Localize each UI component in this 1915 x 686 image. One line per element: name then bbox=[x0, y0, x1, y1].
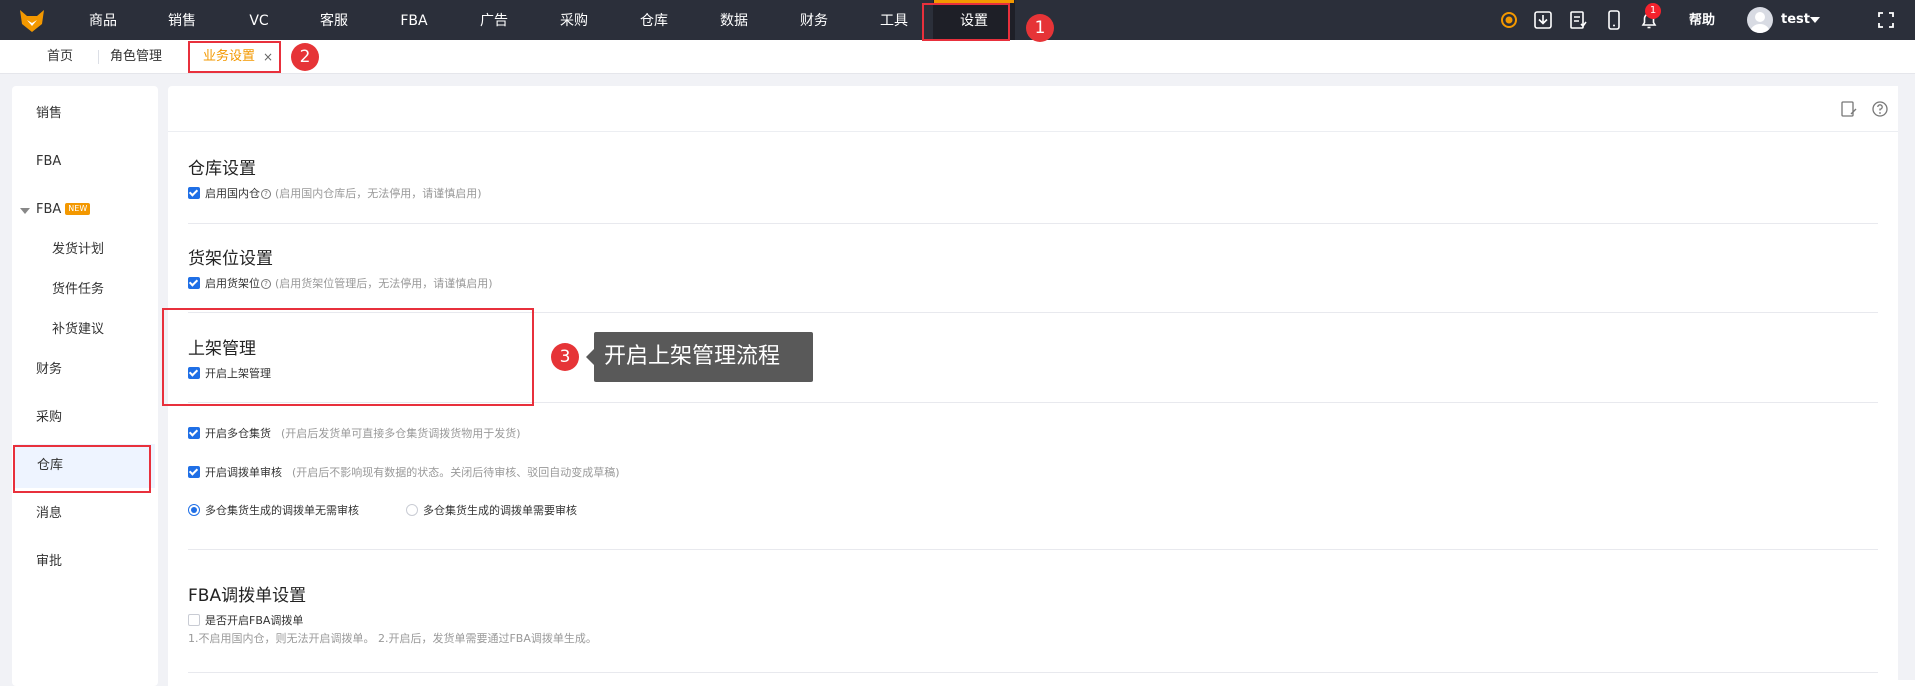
nav-item-finance[interactable]: 财务 bbox=[800, 0, 828, 40]
radio-label: 多仓集货生成的调拨单需要审核 bbox=[423, 504, 577, 517]
help-circle-icon[interactable] bbox=[1871, 100, 1889, 118]
page-scrollbar[interactable] bbox=[1898, 86, 1915, 680]
checkbox-label: 开启多仓集货 bbox=[205, 427, 271, 440]
checkbox-label: 启用货架位 bbox=[205, 277, 260, 290]
checkbox-checked-icon[interactable] bbox=[188, 187, 200, 199]
step-marker-1: 1 bbox=[1026, 14, 1054, 42]
sidebar-item-messages[interactable]: 消息 bbox=[12, 492, 158, 536]
sidebar-item-shipment-plan[interactable]: 发货计划 bbox=[12, 228, 158, 272]
nav-item-ads[interactable]: 广告 bbox=[480, 0, 508, 40]
highlight-box-putaway bbox=[162, 308, 534, 406]
tab-home[interactable]: 首页 bbox=[47, 40, 73, 74]
checkbox-enable-shelf[interactable]: 启用货架位? (启用货架位管理后，无法停用，请谨慎启用) bbox=[188, 275, 493, 291]
hint-text: (开启后不影响现有数据的状态。关闭后待审核、驳回自动变成草稿) bbox=[292, 466, 620, 479]
highlight-box-settings bbox=[922, 3, 1010, 41]
nav-item-sales[interactable]: 销售 bbox=[168, 0, 196, 40]
sidebar-item-label: 发货计划 bbox=[52, 242, 105, 257]
sidebar-item-label: 采购 bbox=[36, 410, 63, 425]
divider bbox=[188, 672, 1878, 673]
radio-selected-icon[interactable] bbox=[188, 504, 200, 516]
checkbox-checked-icon[interactable] bbox=[188, 466, 200, 478]
mobile-icon[interactable] bbox=[1603, 9, 1625, 31]
sidebar-item-label: 补货建议 bbox=[52, 322, 105, 337]
page-tab-bar: 首页 角色管理 业务设置 × bbox=[0, 40, 1915, 74]
nav-item-customer-service[interactable]: 客服 bbox=[320, 0, 348, 40]
user-avatar[interactable] bbox=[1747, 7, 1773, 33]
divider bbox=[188, 549, 1878, 550]
hint-text: (开启后发货单可直接多仓集货调拨货物用于发货) bbox=[281, 427, 521, 440]
step-marker-3: 3 bbox=[551, 343, 579, 371]
sidebar-item-purchase[interactable]: 采购 bbox=[12, 396, 158, 440]
question-mark-icon[interactable]: ? bbox=[261, 189, 271, 199]
sidebar-item-label: FBA bbox=[36, 154, 62, 169]
section-title-shelf: 货架位设置 bbox=[188, 249, 273, 269]
step-marker-2: 2 bbox=[291, 43, 319, 71]
radio-unselected-icon[interactable] bbox=[406, 504, 418, 516]
radio-label: 多仓集货生成的调拨单无需审核 bbox=[205, 504, 359, 517]
nav-item-purchase[interactable]: 采购 bbox=[560, 0, 588, 40]
nav-item-tools[interactable]: 工具 bbox=[880, 0, 908, 40]
hint-text: (启用货架位管理后，无法停用，请谨慎启用) bbox=[275, 277, 493, 290]
checkbox-checked-icon[interactable] bbox=[188, 277, 200, 289]
panel-toolbar bbox=[168, 86, 1915, 132]
notification-count-badge: 1 bbox=[1645, 3, 1661, 19]
divider bbox=[188, 223, 1878, 224]
checkbox-label: 开启调拨单审核 bbox=[205, 466, 282, 479]
nav-item-fba[interactable]: FBA bbox=[400, 0, 427, 40]
fullscreen-icon[interactable] bbox=[1875, 9, 1897, 31]
nav-item-data[interactable]: 数据 bbox=[720, 0, 748, 40]
edit-note-icon[interactable] bbox=[1840, 100, 1858, 118]
hint-text: (启用国内仓库后，无法停用，请谨慎启用) bbox=[275, 187, 482, 200]
task-list-icon[interactable] bbox=[1567, 9, 1589, 31]
section-title-fba-transfer: FBA调拨单设置 bbox=[188, 586, 307, 606]
settings-sidebar: 销售 FBA FBA NEW 发货计划 货件任务 补货建议 财务 采购 仓库 消息… bbox=[12, 86, 158, 686]
checkbox-label: 启用国内仓 bbox=[205, 187, 260, 200]
checkbox-enable-fba-transfer[interactable]: 是否开启FBA调拨单 bbox=[188, 612, 303, 628]
sidebar-item-approval[interactable]: 审批 bbox=[12, 540, 158, 584]
tab-separator bbox=[98, 50, 99, 64]
new-badge: NEW bbox=[65, 203, 91, 215]
highlight-box-business-tab bbox=[188, 41, 281, 73]
sidebar-item-label: FBA bbox=[36, 202, 62, 217]
customer-support-icon[interactable] bbox=[1498, 9, 1520, 31]
putaway-tooltip: 开启上架管理流程 bbox=[586, 332, 813, 382]
checkbox-transfer-review[interactable]: 开启调拨单审核 (开启后不影响现有数据的状态。关闭后待审核、驳回自动变成草稿) bbox=[188, 464, 620, 480]
checkbox-checked-icon[interactable] bbox=[188, 427, 200, 439]
highlight-box-warehouse-sidebar bbox=[13, 445, 151, 493]
sidebar-item-label: 财务 bbox=[36, 362, 63, 377]
user-name[interactable]: test bbox=[1781, 0, 1810, 40]
nav-item-products[interactable]: 商品 bbox=[89, 0, 117, 40]
section-title-warehouse: 仓库设置 bbox=[188, 159, 256, 179]
user-menu-chevron-down-icon[interactable] bbox=[1810, 17, 1820, 23]
radio-need-review[interactable]: 多仓集货生成的调拨单需要审核 bbox=[406, 502, 577, 518]
sidebar-item-fba[interactable]: FBA bbox=[12, 140, 158, 184]
caret-down-icon bbox=[20, 208, 30, 214]
checkbox-multi-warehouse-consolidation[interactable]: 开启多仓集货 (开启后发货单可直接多仓集货调拨货物用于发货) bbox=[188, 425, 521, 441]
tab-role-management[interactable]: 角色管理 bbox=[110, 40, 162, 74]
checkbox-enable-domestic-warehouse[interactable]: 启用国内仓? (启用国内仓库后，无法停用，请谨慎启用) bbox=[188, 185, 482, 201]
sidebar-item-shipment-tasks[interactable]: 货件任务 bbox=[12, 268, 158, 312]
checkbox-label: 是否开启FBA调拨单 bbox=[205, 614, 304, 627]
sidebar-item-label: 销售 bbox=[36, 106, 63, 121]
sidebar-group-fba-new[interactable]: FBA NEW bbox=[12, 188, 158, 232]
question-mark-icon[interactable]: ? bbox=[261, 279, 271, 289]
user-avatar-icon bbox=[1750, 12, 1770, 33]
nav-item-vc[interactable]: VC bbox=[249, 0, 268, 40]
sidebar-item-label: 审批 bbox=[36, 554, 63, 569]
help-link[interactable]: 帮助 bbox=[1689, 0, 1715, 42]
sidebar-item-label: 货件任务 bbox=[52, 282, 105, 297]
sidebar-item-replenishment[interactable]: 补货建议 bbox=[12, 308, 158, 352]
radio-no-review[interactable]: 多仓集货生成的调拨单无需审核 bbox=[188, 502, 359, 518]
sidebar-item-label: 消息 bbox=[36, 506, 63, 521]
fox-logo-icon[interactable] bbox=[18, 6, 46, 34]
download-icon[interactable] bbox=[1532, 9, 1554, 31]
sidebar-item-finance[interactable]: 财务 bbox=[12, 348, 158, 392]
checkbox-unchecked-icon[interactable] bbox=[188, 614, 200, 626]
fba-transfer-note: 1.不启用国内仓，则无法开启调拨单。 2.开启后，发货单需要通过FBA调拨单生成… bbox=[188, 632, 597, 645]
nav-item-warehouse[interactable]: 仓库 bbox=[640, 0, 668, 40]
sidebar-item-sales[interactable]: 销售 bbox=[12, 92, 158, 136]
